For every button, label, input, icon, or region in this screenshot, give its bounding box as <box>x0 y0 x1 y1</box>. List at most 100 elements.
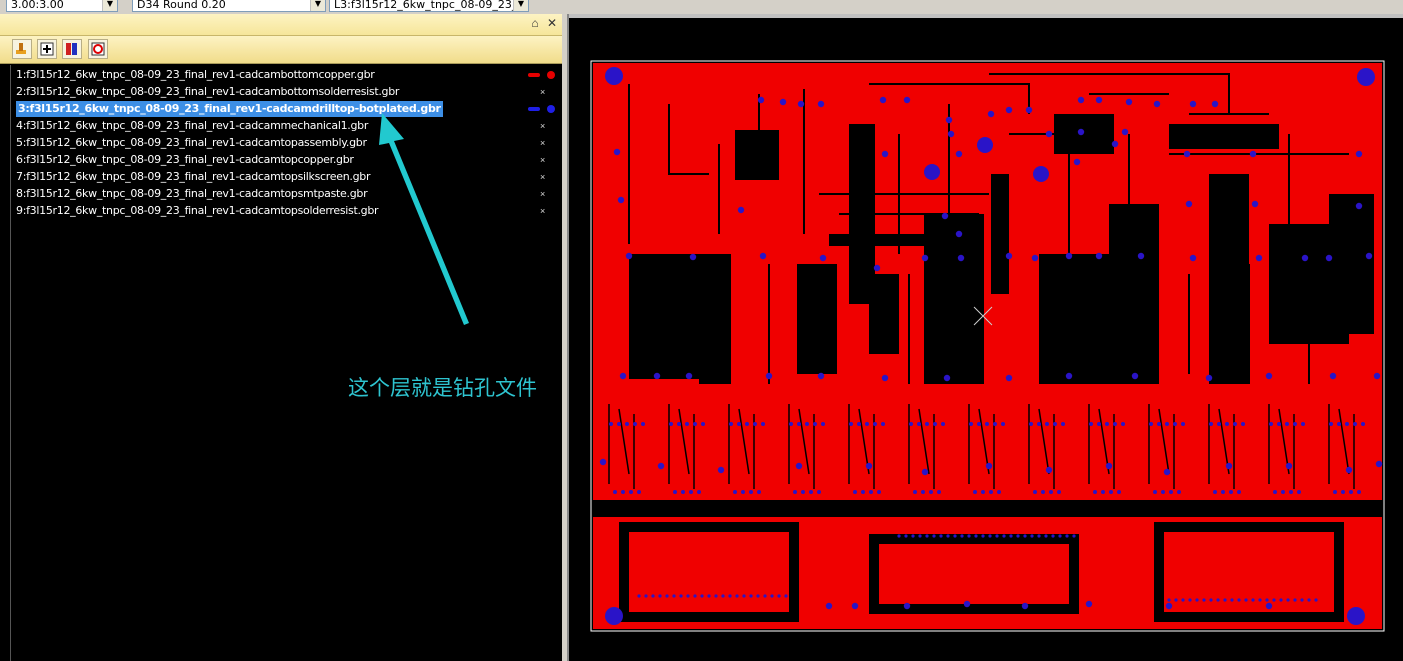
drill-hit <box>1185 200 1193 208</box>
drill-hit <box>1269 422 1273 426</box>
drill-hit <box>1037 534 1041 538</box>
drill-hit <box>946 534 950 538</box>
drill-hit <box>1202 598 1206 602</box>
drill-hit <box>1211 100 1219 108</box>
drill-hit <box>729 422 733 426</box>
drill-hit <box>1163 468 1171 476</box>
copper-cutout <box>991 174 1009 294</box>
drill-hit <box>737 206 745 214</box>
pcb-view[interactable] <box>567 14 1403 661</box>
drill-hit <box>728 594 732 598</box>
drill-hit <box>749 490 753 494</box>
drill-hit <box>989 490 993 494</box>
drill-hit <box>637 594 641 598</box>
drill-hit <box>1033 490 1037 494</box>
drill-hit <box>1307 598 1311 602</box>
drill-hit <box>1025 106 1033 114</box>
drill-hit <box>1365 252 1373 260</box>
drill-hit <box>1249 150 1257 158</box>
drill-hit <box>693 594 697 598</box>
drill-hit <box>651 594 655 598</box>
drill-hit <box>1077 128 1085 136</box>
aperture-combo[interactable]: D34 Round 0.20 ▼ <box>132 0 326 12</box>
drill-hit <box>1005 106 1013 114</box>
drill-hit <box>1265 372 1273 380</box>
drill-hit <box>686 594 690 598</box>
drill-hit <box>1188 598 1192 602</box>
drill-hit <box>669 422 673 426</box>
drill-hit <box>1093 490 1097 494</box>
drill-hit <box>1345 422 1349 426</box>
drill-hit <box>955 230 963 238</box>
drill-hit <box>877 490 881 494</box>
chevron-down-icon[interactable]: ▼ <box>102 0 117 11</box>
drill-hit <box>1195 598 1199 602</box>
copper-cutout <box>1329 194 1374 334</box>
drill-hit <box>1174 598 1178 602</box>
drill-hit <box>1031 254 1039 262</box>
drill-hit <box>1045 130 1053 138</box>
drill-hit <box>1357 490 1361 494</box>
drill-hit <box>917 422 921 426</box>
drill-hit <box>1165 422 1169 426</box>
drill-hit <box>1029 422 1033 426</box>
drill-hit <box>1072 534 1076 538</box>
drill-hit <box>1205 374 1213 382</box>
drill-hit <box>1314 598 1318 602</box>
drill-hit <box>1349 490 1353 494</box>
drill-hit <box>1345 466 1353 474</box>
annotation-arrow <box>379 113 469 325</box>
drill-hit <box>995 534 999 538</box>
drill-hit <box>1233 422 1237 426</box>
drill-hit <box>1085 600 1093 608</box>
drill-hit <box>761 422 765 426</box>
drill-hit <box>1041 490 1045 494</box>
drill-hit <box>933 422 937 426</box>
drill-hit <box>821 422 825 426</box>
layer-combo[interactable]: L3:f3l15r12_6kw_tnpc_08-09_23_fina ▼ <box>329 0 529 12</box>
drill-hit <box>955 150 963 158</box>
drill-hit <box>857 422 861 426</box>
component-pad <box>629 532 789 612</box>
drill-hit <box>1285 462 1293 470</box>
drill-hit <box>1001 422 1005 426</box>
drill-hit <box>939 534 943 538</box>
drill-hit <box>749 594 753 598</box>
drill-hit <box>911 534 915 538</box>
drill-hit <box>700 594 704 598</box>
drill-hit <box>617 196 625 204</box>
drill-hit <box>707 594 711 598</box>
drill-hit <box>1297 490 1301 494</box>
drill-hit <box>897 534 901 538</box>
drill-hit <box>1169 490 1173 494</box>
drill-hit <box>658 594 662 598</box>
drill-hit <box>609 422 613 426</box>
drill-hit <box>985 462 993 470</box>
drill-hit <box>1045 422 1049 426</box>
annotation-text: 这个层就是钻孔文件 <box>348 376 537 400</box>
chevron-down-icon[interactable]: ▼ <box>513 0 528 11</box>
drill-hit <box>1009 534 1013 538</box>
chevron-down-icon[interactable]: ▼ <box>310 0 325 11</box>
component-pad <box>879 544 1069 604</box>
drill-hit <box>904 534 908 538</box>
drill-hit <box>947 130 955 138</box>
drill-hit <box>1289 490 1293 494</box>
grid-combo[interactable]: 3.00:3.00 ▼ <box>6 0 118 12</box>
pcb-canvas[interactable] <box>569 14 1403 661</box>
drill-hit <box>1061 422 1065 426</box>
copper-cutout <box>1039 254 1119 384</box>
drill-hit <box>637 490 641 494</box>
drill-hit <box>1051 534 1055 538</box>
drill-hit <box>1095 252 1103 260</box>
copper-cutout <box>735 130 779 180</box>
drill-hit <box>679 594 683 598</box>
drill-hit <box>1241 422 1245 426</box>
drill-hit <box>689 253 697 261</box>
mounting-hole <box>605 607 623 625</box>
drill-hit <box>1237 490 1241 494</box>
drill-hit <box>817 490 821 494</box>
drill-hit <box>625 252 633 260</box>
copper-cutout <box>1169 124 1279 149</box>
drill-hit <box>1005 374 1013 382</box>
